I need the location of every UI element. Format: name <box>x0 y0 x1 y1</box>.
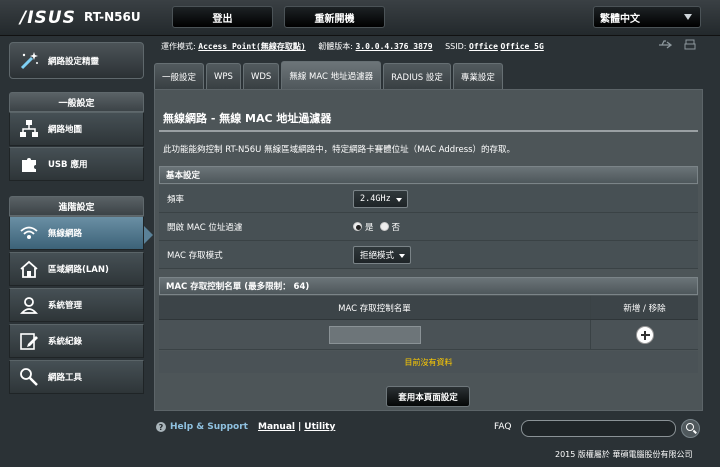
page-title: 無線網路 - 無線 MAC 地址過濾器 <box>163 112 332 125</box>
wand-icon <box>18 50 40 72</box>
quick-setup-label: 網路設定精靈 <box>48 56 100 67</box>
sidebar-item-label: 系統管理 <box>48 301 83 311</box>
sidebar-item-network-tools[interactable]: 網路工具 <box>9 360 144 394</box>
general-section-header: 一般設定 <box>9 92 144 112</box>
help-support-label: Help & Support <box>170 422 248 432</box>
firmware-link[interactable]: 3.0.0.4.376_3879 <box>355 42 432 51</box>
faq-search-input[interactable] <box>521 420 676 437</box>
ssid-link-5g[interactable]: Office_5G <box>500 42 543 51</box>
brand-logo: /ISUS <box>20 8 76 28</box>
tab-wds[interactable]: WDS <box>242 63 280 89</box>
add-mac-button[interactable] <box>635 325 654 344</box>
band-select[interactable]: 2.4GHz <box>353 189 408 208</box>
sidebar-item-label: 無線網路 <box>48 229 83 239</box>
tab-wps[interactable]: WPS <box>206 63 241 89</box>
logout-button[interactable]: 登出 <box>172 6 273 28</box>
settings-tabs: 一般設定 WPS WDS 無線 MAC 地址過濾器 RADIUS 設定 專業設定 <box>154 61 503 89</box>
usb-status-icon[interactable] <box>658 39 673 54</box>
ssid-link-24g[interactable]: Office <box>469 42 498 51</box>
sidebar-item-network-map[interactable]: 網路地圖 <box>9 112 144 146</box>
sidebar-item-label: 網路工具 <box>48 373 83 383</box>
sidebar-item-label: 系統紀錄 <box>48 337 83 347</box>
main-panel: 無線網路 - 無線 MAC 地址過濾器 此功能能夠控制 RT-N56U 無線區域… <box>154 89 703 411</box>
band-label: 頻率 <box>167 194 185 205</box>
copyright-text: 2015 版權屬於 華碩電腦股份有限公司 <box>555 450 693 459</box>
status-info-line: 運作模式: Access Point(無線存取點) 韌體版本: 3.0.0.4.… <box>161 41 544 52</box>
sidebar-item-label: USB 應用 <box>48 160 88 170</box>
tab-mac-filter[interactable]: 無線 MAC 地址過濾器 <box>281 61 382 89</box>
advanced-section-header: 進階設定 <box>9 196 144 216</box>
tab-professional[interactable]: 專業設定 <box>452 63 503 89</box>
sidebar-item-system-log[interactable]: 系統紀錄 <box>9 324 144 358</box>
model-name: RT-N56U <box>84 10 141 24</box>
language-label: 繁體中文 <box>600 13 640 25</box>
admin-user-icon <box>18 294 40 316</box>
access-mode-label: MAC 存取模式 <box>167 250 223 261</box>
empty-list-message: 目前沒有資料 <box>159 351 698 373</box>
reboot-button[interactable]: 重新開機 <box>284 6 385 28</box>
wifi-icon <box>18 222 40 244</box>
network-map-icon <box>18 118 40 140</box>
manual-link[interactable]: Manual <box>258 422 295 432</box>
page-description: 此功能能夠控制 RT-N56U 無線區域網路中，特定網路卡賽體位址（MAC Ad… <box>163 145 516 155</box>
printer-status-icon[interactable] <box>684 39 696 54</box>
home-icon <box>18 258 40 280</box>
network-tools-icon <box>18 366 40 388</box>
firmware-label: 韌體版本: <box>318 42 353 51</box>
tab-general[interactable]: 一般設定 <box>154 63 205 89</box>
quick-setup-button[interactable]: 網路設定精靈 <box>9 42 144 79</box>
sidebar-item-label: 區域網路(LAN) <box>48 265 109 275</box>
access-mode-select[interactable]: 拒絕模式 <box>353 245 412 264</box>
enable-yes-radio[interactable] <box>353 222 362 231</box>
table-row <box>159 320 698 350</box>
enable-filter-label: 開啟 MAC 位址過濾 <box>167 222 243 233</box>
ssid-label: SSID: <box>445 42 467 51</box>
sidebar-item-administration[interactable]: 系統管理 <box>9 288 144 322</box>
faq-label: FAQ <box>494 422 512 432</box>
sidebar-item-wireless[interactable]: 無線網路 <box>9 216 144 250</box>
search-icon[interactable] <box>681 419 700 438</box>
title-divider <box>159 130 698 132</box>
help-support-bar: ? Help & Support Manual | Utility <box>156 422 335 432</box>
enable-yes-label: 是 <box>365 222 374 233</box>
mac-column-header: MAC 存取控制名單 <box>159 296 591 319</box>
mac-address-input[interactable] <box>328 325 421 344</box>
apply-button[interactable]: 套用本頁面設定 <box>386 386 470 407</box>
utility-link[interactable]: Utility <box>304 422 335 432</box>
sidebar-item-usb[interactable]: USB 應用 <box>9 147 144 181</box>
tab-radius[interactable]: RADIUS 設定 <box>383 63 451 89</box>
active-pointer-arrow <box>144 226 153 244</box>
access-mode-row: MAC 存取模式 拒絕模式 <box>159 241 698 269</box>
footer-separator: | <box>298 422 302 432</box>
enable-no-radio[interactable] <box>379 222 389 231</box>
system-log-icon <box>18 330 40 352</box>
mac-table-header: MAC 存取控制名單 新增 / 移除 <box>159 296 698 320</box>
enable-filter-row: 開啟 MAC 位址過濾 是 否 <box>159 213 698 241</box>
action-column-header: 新增 / 移除 <box>623 303 666 314</box>
top-bar: /ISUS RT-N56U 登出 重新開機 繁體中文 <box>0 0 720 36</box>
mac-list-header: MAC 存取控制名單 (最多限制： 64) <box>159 277 698 295</box>
usb-puzzle-icon <box>18 153 40 175</box>
sidebar-item-lan[interactable]: 區域網路(LAN) <box>9 252 144 286</box>
help-question-icon: ? <box>156 422 166 432</box>
enable-no-label: 否 <box>391 222 401 233</box>
basic-settings-header: 基本設定 <box>159 166 698 184</box>
language-select[interactable]: 繁體中文 <box>593 6 701 28</box>
sidebar-item-label: 網路地圖 <box>48 125 83 135</box>
chevron-down-icon <box>684 14 692 20</box>
band-row: 頻率 2.4GHz <box>159 185 698 213</box>
mode-label: 運作模式: <box>161 42 196 51</box>
status-icons <box>658 39 696 54</box>
mode-link[interactable]: Access Point(無線存取點) <box>198 42 305 51</box>
